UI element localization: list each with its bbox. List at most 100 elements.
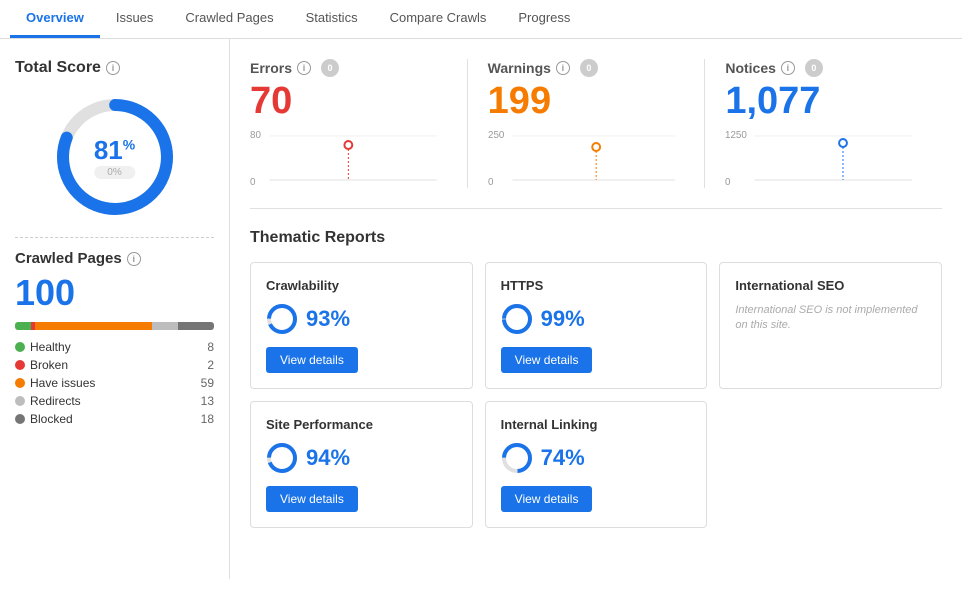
report-score-value-internal-linking: 74%: [541, 445, 585, 471]
errors-label: Errors i 0: [250, 59, 447, 77]
legend-count-have-issues: 59: [201, 376, 214, 390]
legend: Healthy 8 Broken 2 Have issues 59 Redire…: [15, 340, 214, 426]
legend-item-redirects: Redirects 13: [15, 394, 214, 408]
legend-label-have-issues: Have issues: [30, 376, 95, 390]
notices-card: Notices i 0 1,077 1250 0: [704, 59, 942, 188]
crawled-count: 100: [15, 272, 214, 314]
svg-text:250: 250: [488, 130, 505, 141]
reports-grid: Crawlability 93% View details HTTPS 99% …: [250, 262, 942, 528]
errors-badge: 0: [321, 59, 339, 77]
crawled-pages-section: Crawled Pages i: [15, 250, 214, 267]
legend-dot-redirects: [15, 396, 25, 406]
report-card-https: HTTPS 99% View details: [485, 262, 708, 389]
svg-text:0: 0: [488, 177, 494, 188]
warnings-sparkline: 250 0: [488, 128, 685, 188]
warnings-badge: 0: [580, 59, 598, 77]
svg-text:0: 0: [250, 177, 256, 188]
total-score-section: Total Score i: [15, 59, 214, 77]
divider: [15, 237, 214, 238]
legend-item-blocked: Blocked 18: [15, 412, 214, 426]
tab-progress[interactable]: Progress: [502, 0, 586, 38]
warnings-card: Warnings i 0 199 250 0: [467, 59, 705, 188]
notices-value: 1,077: [725, 82, 922, 120]
legend-count-redirects: 13: [201, 394, 214, 408]
view-details-button-site-performance[interactable]: View details: [266, 486, 358, 512]
warnings-label: Warnings i 0: [488, 59, 685, 77]
svg-text:0: 0: [725, 177, 731, 188]
errors-value: 70: [250, 82, 447, 120]
right-panel: Errors i 0 70 80 0: [230, 39, 962, 579]
crawled-pages-label: Crawled Pages: [15, 250, 122, 267]
tab-crawled-pages[interactable]: Crawled Pages: [169, 0, 289, 38]
report-score-crawlability: 93%: [266, 303, 457, 335]
legend-label-blocked: Blocked: [30, 412, 73, 426]
report-title-https: HTTPS: [501, 278, 692, 293]
score-zero-badge: 0%: [94, 166, 135, 179]
legend-item-broken: Broken 2: [15, 358, 214, 372]
notices-sparkline: 1250 0: [725, 128, 922, 188]
report-score-https: 99%: [501, 303, 692, 335]
tab-statistics[interactable]: Statistics: [290, 0, 374, 38]
notices-info-icon[interactable]: i: [781, 61, 795, 75]
legend-item-healthy: Healthy 8: [15, 340, 214, 354]
notices-badge: 0: [805, 59, 823, 77]
warnings-info-icon[interactable]: i: [556, 61, 570, 75]
intl-seo-note: International SEO is not implemented on …: [735, 303, 926, 334]
report-score-value-crawlability: 93%: [306, 306, 350, 332]
report-donut-site-performance: [266, 442, 298, 474]
report-card-international-seo: International SEO International SEO is n…: [719, 262, 942, 389]
bar-redirects: [152, 322, 178, 330]
report-title-site-performance: Site Performance: [266, 417, 457, 432]
report-title-international-seo: International SEO: [735, 278, 926, 293]
crawled-pages-info-icon[interactable]: i: [127, 252, 141, 266]
thematic-reports-section: Thematic Reports Crawlability 93% View d…: [250, 229, 942, 528]
left-panel: Total Score i 81% 0% Crawled Pages i 100: [0, 39, 230, 579]
thematic-reports-title: Thematic Reports: [250, 229, 942, 247]
errors-card: Errors i 0 70 80 0: [250, 59, 467, 188]
report-score-value-https: 99%: [541, 306, 585, 332]
errors-sparkline: 80 0: [250, 128, 447, 188]
notices-label: Notices i 0: [725, 59, 922, 77]
report-score-site-performance: 94%: [266, 442, 457, 474]
tab-overview[interactable]: Overview: [10, 0, 100, 38]
legend-count-broken: 2: [207, 358, 214, 372]
metrics-row: Errors i 0 70 80 0: [250, 59, 942, 209]
legend-label-healthy: Healthy: [30, 340, 71, 354]
nav-tabs: OverviewIssuesCrawled PagesStatisticsCom…: [0, 0, 962, 39]
report-title-crawlability: Crawlability: [266, 278, 457, 293]
legend-dot-blocked: [15, 414, 25, 424]
report-card-internal-linking: Internal Linking 74% View details: [485, 401, 708, 528]
view-details-button-crawlability[interactable]: View details: [266, 347, 358, 373]
total-score-label: Total Score: [15, 59, 101, 77]
report-donut-internal-linking: [501, 442, 533, 474]
legend-item-have-issues: Have issues 59: [15, 376, 214, 390]
crawled-bar: [15, 322, 214, 330]
legend-dot-healthy: [15, 342, 25, 352]
report-donut-https: [501, 303, 533, 335]
report-score-internal-linking: 74%: [501, 442, 692, 474]
tab-compare-crawls[interactable]: Compare Crawls: [374, 0, 503, 38]
score-value: 81%: [94, 135, 135, 166]
report-title-internal-linking: Internal Linking: [501, 417, 692, 432]
score-donut-chart: 81% 0%: [50, 92, 180, 222]
view-details-button-internal-linking[interactable]: View details: [501, 486, 593, 512]
legend-dot-broken: [15, 360, 25, 370]
legend-label-broken: Broken: [30, 358, 68, 372]
legend-label-redirects: Redirects: [30, 394, 81, 408]
report-card-site-performance: Site Performance 94% View details: [250, 401, 473, 528]
legend-dot-have-issues: [15, 378, 25, 388]
svg-text:1250: 1250: [725, 130, 747, 141]
total-score-info-icon[interactable]: i: [106, 61, 120, 75]
report-card-crawlability: Crawlability 93% View details: [250, 262, 473, 389]
warnings-value: 199: [488, 82, 685, 120]
legend-count-healthy: 8: [207, 340, 214, 354]
view-details-button-https[interactable]: View details: [501, 347, 593, 373]
bar-healthy: [15, 322, 31, 330]
tab-issues[interactable]: Issues: [100, 0, 170, 38]
legend-count-blocked: 18: [201, 412, 214, 426]
errors-info-icon[interactable]: i: [297, 61, 311, 75]
svg-text:80: 80: [250, 130, 261, 141]
bar-have-issues: [35, 322, 152, 330]
bar-blocked: [178, 322, 214, 330]
report-donut-crawlability: [266, 303, 298, 335]
